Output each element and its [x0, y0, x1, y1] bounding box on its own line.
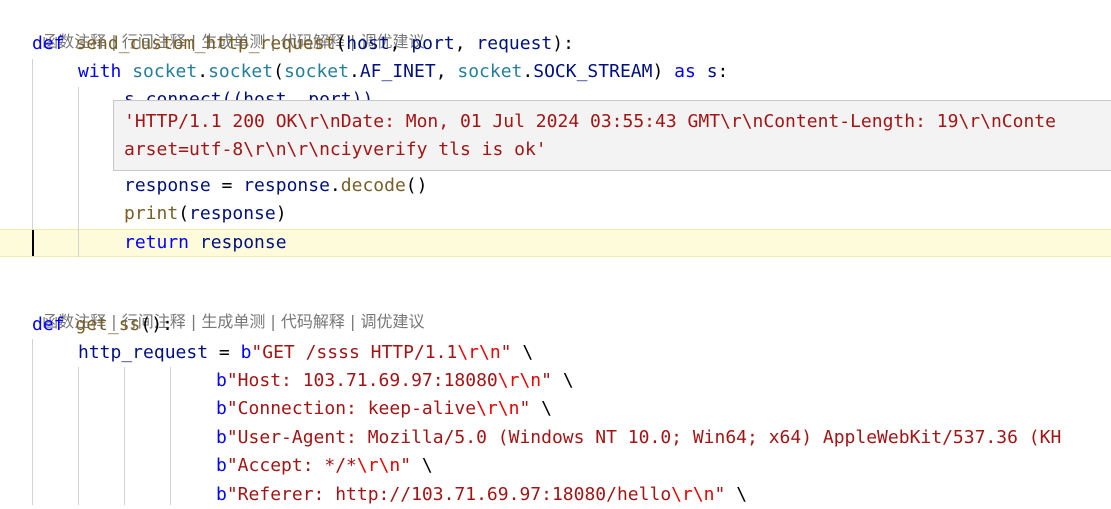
- code-line-partial[interactable]: s.connect((host, port)): [0, 86, 1111, 100]
- code-line[interactable]: print(response): [0, 200, 1111, 228]
- code-line[interactable]: http_request = b"GET /ssss HTTP/1.1\r\n"…: [0, 339, 1111, 367]
- code-line[interactable]: response = response.decode(): [0, 172, 1111, 200]
- hover-value-line-1: 'HTTP/1.1 200 OK\r\nDate: Mon, 01 Jul 20…: [124, 111, 1056, 132]
- codelens-bar-2: 函数注释 | 行间注释 | 生成单测 | 代码解释 | 调优建议: [32, 286, 424, 331]
- hover-tooltip: 'HTTP/1.1 200 OK\r\nDate: Mon, 01 Jul 20…: [113, 100, 1111, 171]
- code-line[interactable]: b"Accept: */*\r\n" \: [0, 452, 1111, 480]
- code-line[interactable]: b"Connection: keep-alive\r\n" \: [0, 395, 1111, 423]
- text-cursor: [32, 230, 34, 256]
- codelens-bar-1: 函数注释 | 行间注释 | 生成单测 | 代码解释 | 调优建议: [32, 6, 424, 51]
- code-line[interactable]: def send_custom_http_request(host, port,…: [0, 30, 1111, 58]
- code-line[interactable]: b"User-Agent: Mozilla/5.0 (Windows NT 10…: [0, 424, 1111, 452]
- code-line[interactable]: def get_ss():: [0, 311, 1111, 339]
- code-line[interactable]: with socket.socket(socket.AF_INET, socke…: [0, 58, 1111, 86]
- code-line[interactable]: b"Host: 103.71.69.97:18080\r\n" \: [0, 367, 1111, 395]
- code-line-current[interactable]: return response: [0, 229, 1111, 257]
- hover-value-line-2: arset=utf-8\r\n\r\nciyverify tls is ok': [124, 139, 547, 160]
